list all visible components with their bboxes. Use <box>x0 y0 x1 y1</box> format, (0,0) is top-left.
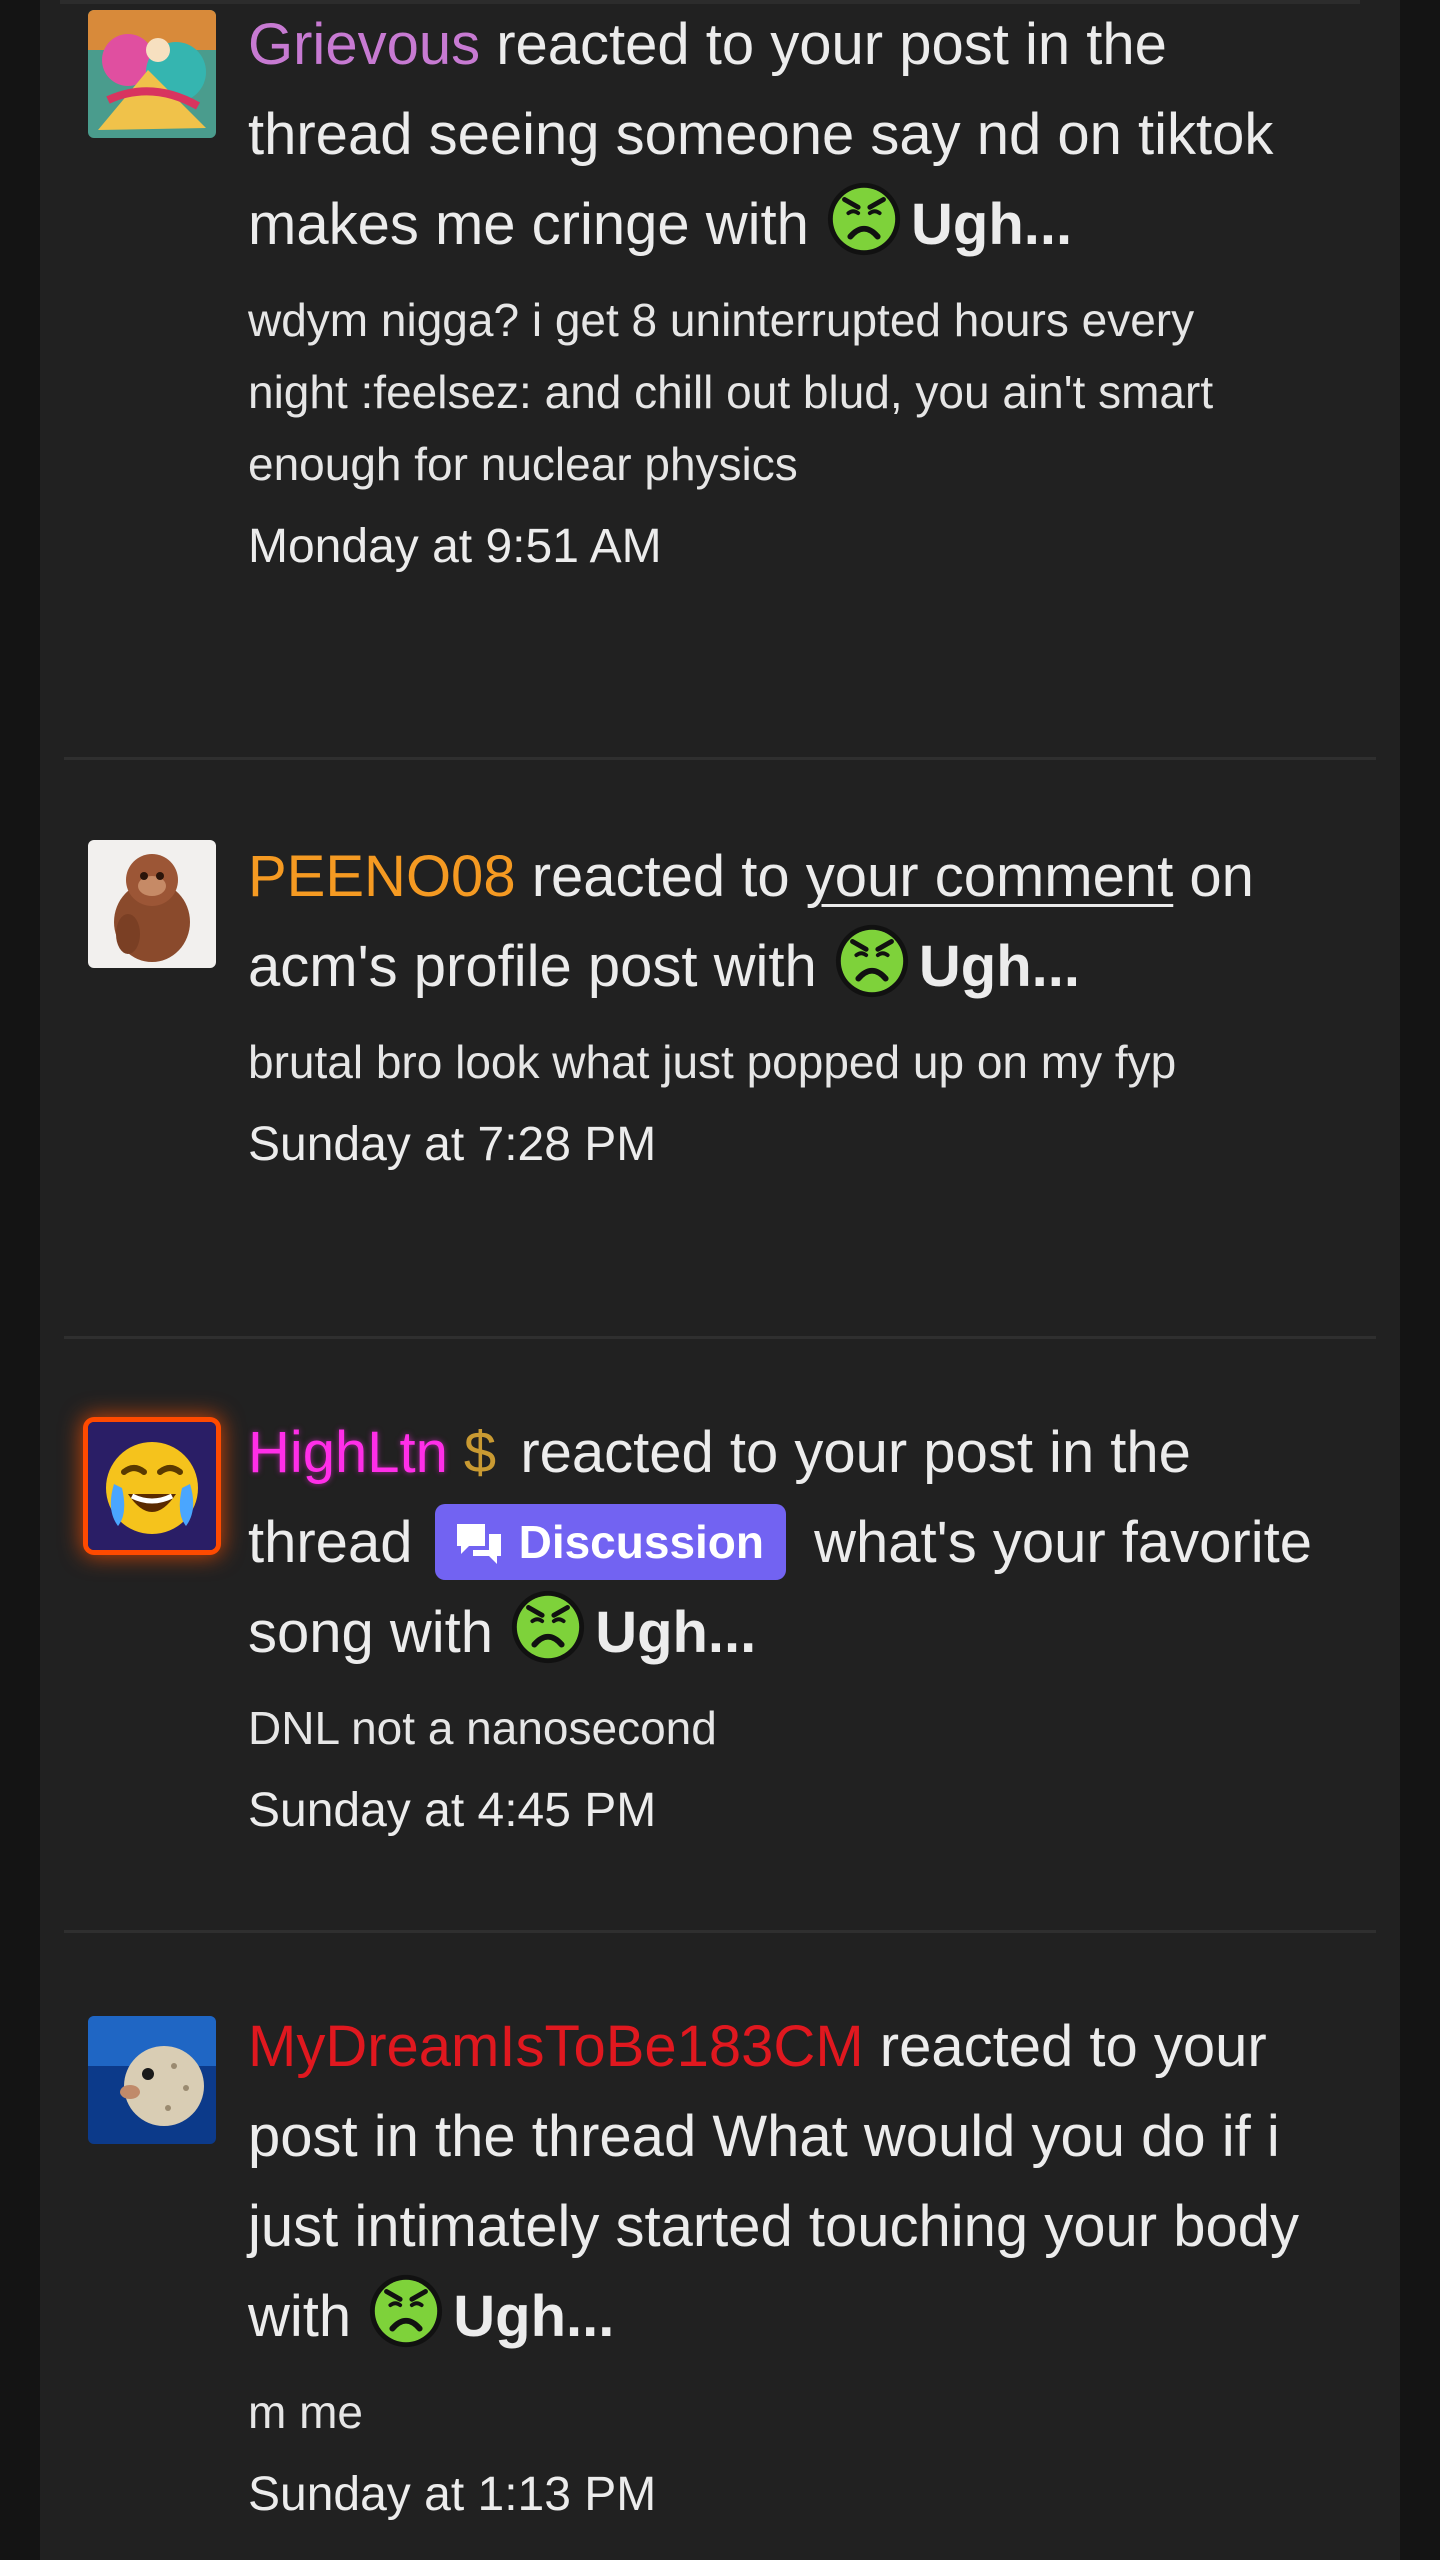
reaction: Ugh... <box>833 922 1080 1012</box>
alert-headline: MyDreamIsToBe183CM reacted to your post … <box>248 2002 1320 2362</box>
reaction-label: Ugh... <box>911 192 1073 257</box>
divider <box>64 1930 1376 1933</box>
avatar-highltn[interactable] <box>88 1422 216 1550</box>
username-link[interactable]: PEENO08 <box>248 844 516 909</box>
alert-snippet: wdym nigga? i get 8 uninterrupted hours … <box>248 294 1214 490</box>
username-link[interactable]: HighLtn <box>248 1420 448 1485</box>
alert-content: Grievous reacted to your post in the thr… <box>248 0 1320 582</box>
alert-headline: HighLtn $ reacted to your post in the thr… <box>248 1408 1320 1678</box>
avatar-image <box>88 2016 216 2144</box>
username-link[interactable]: Grievous <box>248 12 480 77</box>
reaction-label: Ugh... <box>595 1600 757 1665</box>
alert-time[interactable]: Sunday at 4:45 PM <box>248 1776 1320 1846</box>
prefix-label: Discussion <box>518 1516 765 1568</box>
nauseated-face-icon <box>509 1588 587 1666</box>
dollar-sign-icon: $ <box>463 1420 497 1485</box>
alert-content: MyDreamIsToBe183CM reacted to your post … <box>248 2002 1320 2530</box>
alert-with-text: with <box>713 934 817 999</box>
nauseated-face-icon <box>833 922 911 1000</box>
alert-snippet: brutal bro look what just popped up on m… <box>248 1036 1177 1088</box>
alert-headline: PEENO08 reacted to your comment on acm's… <box>248 832 1320 1012</box>
username-link[interactable]: MyDreamIsToBe183CM <box>248 2014 864 2079</box>
avatar-image <box>88 10 216 138</box>
comments-icon <box>456 1524 501 1564</box>
alert-content: HighLtn $ reacted to your post in the thr… <box>248 1408 1320 1846</box>
alert-with-text: with <box>389 1600 494 1665</box>
nauseated-face-icon <box>367 2272 445 2350</box>
alert-with-text: with <box>248 2284 352 2349</box>
nauseated-face-icon <box>825 180 903 258</box>
alert-time[interactable]: Sunday at 7:28 PM <box>248 1110 1320 1180</box>
alert-action: reacted to <box>531 844 790 909</box>
reaction: Ugh... <box>367 2272 614 2362</box>
avatar-peeno08[interactable] <box>88 840 216 968</box>
alert-time[interactable]: Monday at 9:51 AM <box>248 512 1320 582</box>
reaction-label: Ugh... <box>918 934 1080 999</box>
reaction: Ugh... <box>825 180 1072 270</box>
alert-content: PEENO08 reacted to your comment on acm's… <box>248 832 1320 1180</box>
avatar-grievous[interactable] <box>88 10 216 138</box>
alert-with-text: with <box>705 192 809 257</box>
thread-prefix-badge[interactable]: Discussion <box>434 1504 787 1580</box>
reaction-label: Ugh... <box>453 2284 615 2349</box>
alert-snippet: DNL not a nanosecond <box>248 1702 717 1754</box>
divider <box>64 1336 1376 1339</box>
comment-link[interactable]: your comment <box>806 844 1173 909</box>
alert-snippet: m me <box>248 2386 363 2438</box>
alert-headline: Grievous reacted to your post in the thr… <box>248 0 1320 270</box>
reaction: Ugh... <box>509 1588 756 1678</box>
avatar-image <box>88 840 216 968</box>
alert-time[interactable]: Sunday at 1:13 PM <box>248 2460 1320 2530</box>
avatar-image <box>88 1422 216 1550</box>
divider <box>64 757 1376 760</box>
avatar-mydreamistobe183cm[interactable] <box>88 2016 216 2144</box>
